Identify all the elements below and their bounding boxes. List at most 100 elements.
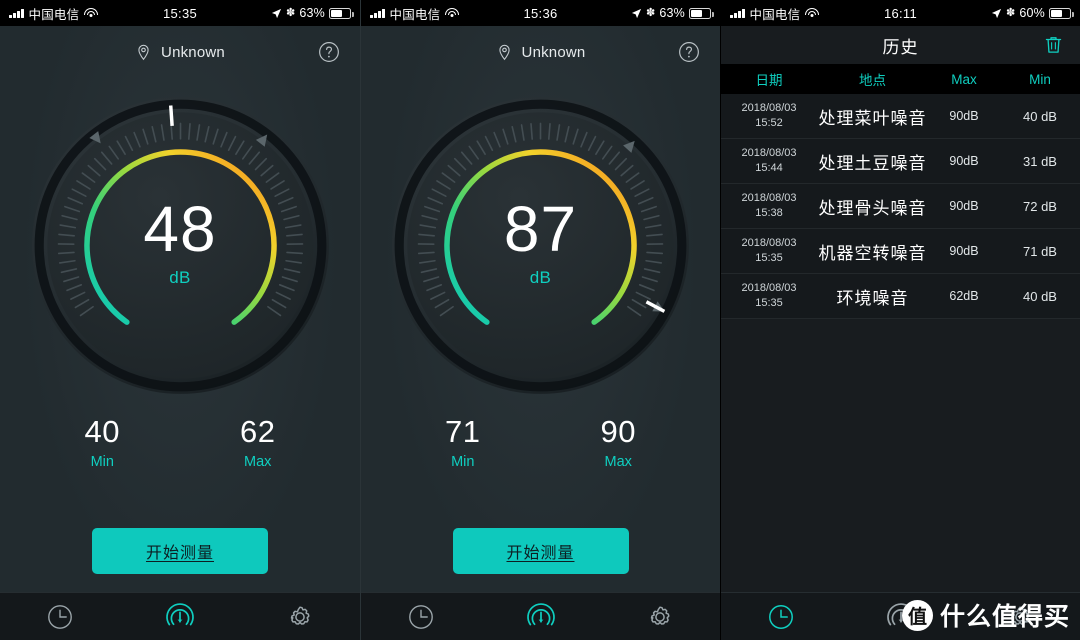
row-max: 62dB — [949, 289, 979, 303]
meter-header: Unknown — [361, 26, 720, 78]
gauge-readout-1: 48 dB — [28, 93, 333, 398]
bluetooth-icon: ✽ — [285, 6, 296, 19]
tab-meter[interactable] — [481, 602, 601, 632]
row-min: 40 dB — [1023, 288, 1057, 304]
column-header-max: Max — [951, 71, 977, 87]
sound-gauge-1: 48 dB — [28, 93, 333, 398]
row-max: 90dB — [949, 244, 979, 258]
status-bar: 中国电信 16:11 ✽ 60% — [721, 0, 1080, 26]
table-row[interactable]: 2018/08/03 15:35 环境噪音 62dB 40 dB — [721, 274, 1080, 319]
gauge-value: 48 — [143, 192, 217, 265]
min-stat: 40 Min — [84, 414, 120, 471]
tab-settings[interactable] — [600, 603, 720, 631]
battery-icon — [329, 7, 354, 19]
gauge-value: 87 — [503, 192, 578, 265]
row-place: 机器空转噪音 — [818, 243, 927, 263]
row-min: 31 dB — [1023, 153, 1057, 169]
max-value: 62 — [240, 414, 276, 449]
location-arrow-icon — [631, 8, 642, 18]
row-place: 处理菜叶噪音 — [818, 108, 927, 128]
bluetooth-icon: ✽ — [1005, 6, 1016, 19]
max-stat: 62 Max — [240, 414, 276, 471]
battery-icon — [689, 7, 714, 19]
table-row[interactable]: 2018/08/03 15:44 处理土豆噪音 90dB 31 dB — [721, 139, 1080, 184]
table-header-row: 日期 地点 Max Min — [721, 64, 1080, 94]
gear-icon — [290, 605, 310, 625]
row-min: 71 dB — [1023, 243, 1057, 259]
status-bar: 中国电信 15:36 ✽ 63% — [361, 0, 720, 26]
battery-percent: 63% — [299, 6, 325, 20]
sound-meter-panel-1: 中国电信 15:35 ✽ 63% Unknown 48 dB 40 Min 62… — [0, 0, 360, 640]
tab-bar-1 — [0, 592, 360, 640]
tab-history[interactable] — [721, 603, 841, 631]
clock-icon — [408, 604, 433, 629]
status-bar-right: ✽ 60% — [991, 6, 1074, 20]
row-max: 90dB — [949, 199, 979, 213]
tab-settings[interactable] — [240, 603, 360, 631]
column-header-date: 日期 — [755, 73, 783, 88]
watermark: 值 什么值得买 — [901, 597, 1070, 633]
location-label: Unknown — [161, 43, 225, 61]
row-max: 90dB — [949, 109, 979, 123]
row-place: 处理土豆噪音 — [818, 153, 927, 173]
start-measure-button[interactable]: 开始测量 — [452, 528, 629, 575]
row-date: 2018/08/03 15:44 — [741, 147, 797, 174]
tab-meter[interactable] — [120, 602, 240, 632]
help-circle-icon[interactable] — [678, 41, 700, 63]
row-date: 2018/08/03 15:52 — [741, 102, 797, 129]
gauge-readout-2: 87 dB — [388, 93, 693, 398]
location-arrow-icon — [271, 8, 282, 18]
location-arrow-icon — [991, 8, 1002, 18]
action-area-2: 开始测量 — [361, 528, 720, 575]
row-date: 2018/08/03 15:35 — [741, 237, 797, 264]
clock-icon — [768, 604, 793, 629]
tab-history[interactable] — [0, 603, 120, 631]
table-row[interactable]: 2018/08/03 15:52 处理菜叶噪音 90dB 40 dB — [721, 94, 1080, 139]
help-circle-icon[interactable] — [318, 41, 340, 63]
start-measure-button[interactable]: 开始测量 — [92, 528, 268, 575]
status-bar-right: ✽ 63% — [271, 6, 354, 20]
row-min: 40 dB — [1023, 108, 1057, 124]
min-label: Min — [451, 454, 475, 471]
min-value: 40 — [84, 414, 120, 449]
gauge-container-1: 48 dB — [0, 78, 360, 413]
bluetooth-icon: ✽ — [645, 6, 656, 19]
gauge-unit: dB — [529, 268, 552, 288]
table-row[interactable]: 2018/08/03 15:35 机器空转噪音 90dB 71 dB — [721, 229, 1080, 274]
action-area-1: 开始测量 — [0, 528, 360, 575]
row-date: 2018/08/03 15:38 — [741, 192, 797, 219]
column-header-min: Min — [1029, 71, 1051, 87]
min-max-row-2: 71 Min 90 Max — [361, 414, 720, 471]
clock-icon — [48, 604, 72, 629]
location-pin-icon — [498, 44, 510, 60]
gauge-icon — [526, 602, 555, 625]
max-label: Max — [244, 454, 272, 471]
row-place: 处理骨头噪音 — [818, 198, 927, 218]
battery-percent: 63% — [659, 6, 685, 20]
max-value: 90 — [600, 414, 636, 449]
min-value: 71 — [445, 414, 481, 449]
row-max: 90dB — [949, 154, 979, 168]
screenshot-root: 中国电信 15:35 ✽ 63% Unknown 48 dB 40 Min 62… — [0, 0, 1080, 640]
column-header-place: 地点 — [859, 73, 886, 88]
row-date: 2018/08/03 15:35 — [741, 282, 797, 309]
status-bar: 中国电信 15:35 ✽ 63% — [0, 0, 360, 26]
history-table-body: 2018/08/03 15:52 处理菜叶噪音 90dB 40 dB 2018/0… — [721, 94, 1080, 319]
tab-bar-2 — [361, 592, 720, 640]
meter-header: Unknown — [0, 26, 360, 78]
history-panel: 中国电信 16:11 ✽ 60% 历史 日期 地点 Max Min 2018/0… — [720, 0, 1080, 640]
max-label: Max — [604, 454, 632, 471]
row-place: 环境噪音 — [836, 288, 909, 308]
location-label: Unknown — [521, 43, 586, 61]
row-min: 72 dB — [1023, 198, 1057, 214]
sound-meter-panel-2: 中国电信 15:36 ✽ 63% Unknown 87 dB 71 Min 90… — [360, 0, 720, 640]
history-header: 历史 — [721, 26, 1080, 64]
location-pin-icon — [138, 44, 149, 60]
trash-icon[interactable] — [1044, 35, 1063, 56]
status-bar-right: ✽ 63% — [631, 6, 714, 20]
watermark-badge: 值 — [901, 599, 933, 631]
tab-history[interactable] — [361, 603, 481, 631]
min-label: Min — [90, 454, 114, 471]
gauge-icon — [166, 602, 194, 625]
table-row[interactable]: 2018/08/03 15:38 处理骨头噪音 90dB 72 dB — [721, 184, 1080, 229]
